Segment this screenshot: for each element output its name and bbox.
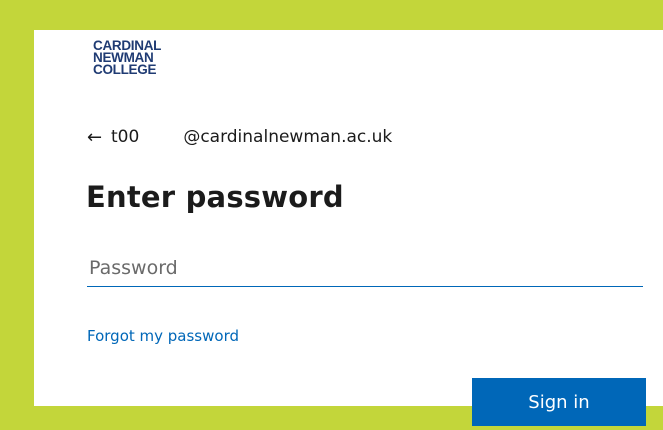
back-arrow-icon[interactable]: ← (87, 127, 109, 148)
password-input[interactable] (87, 252, 645, 284)
page-title: Enter password (86, 180, 344, 214)
identity-banner[interactable]: ← t00 @cardinalnewman.ac.uk (87, 126, 392, 148)
logo-line-3: COLLEGE (93, 62, 157, 77)
account-domain: @cardinalnewman.ac.uk (183, 127, 393, 147)
college-logo: CARDINAL NEWMAN COLLEGE (93, 39, 161, 77)
forgot-password-link[interactable]: Forgot my password (87, 327, 239, 345)
sign-in-panel: CARDINAL NEWMAN COLLEGE ← t00 @cardinaln… (34, 30, 663, 426)
password-field[interactable] (87, 252, 645, 287)
sign-in-button[interactable]: Sign in (472, 378, 646, 426)
accent-frame: CARDINAL NEWMAN COLLEGE ← t00 @cardinaln… (0, 0, 663, 430)
account-username: t00 (111, 127, 140, 147)
